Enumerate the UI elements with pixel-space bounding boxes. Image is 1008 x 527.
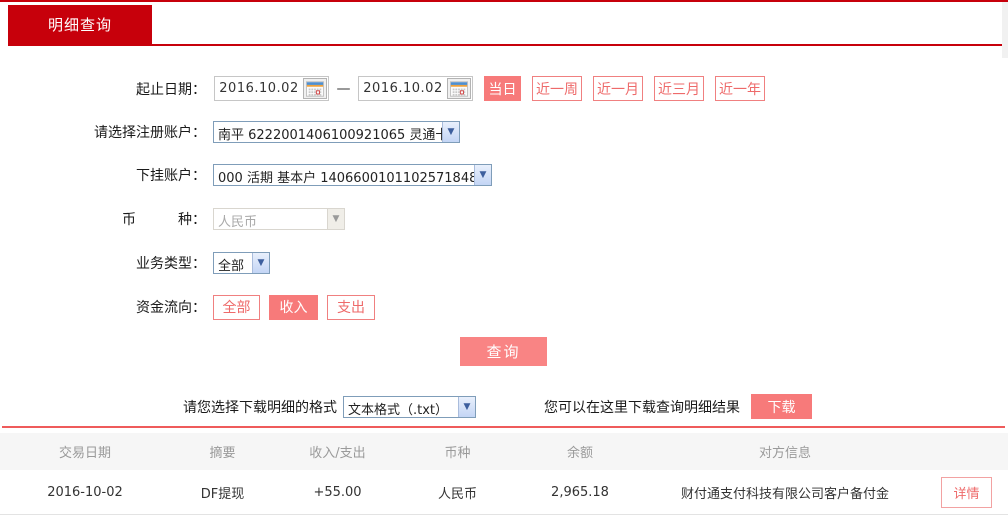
calendar-icon <box>306 80 324 97</box>
business-type-select[interactable]: 全部 ▼ <box>213 252 270 274</box>
date-range-row: 起止日期： 2016.10.02 — 2016.10.02 当日 近一周 近一月… <box>0 76 765 101</box>
download-row: 请您选择下载明细的格式 文本格式（.txt） ▼ 您可以在这里下载查询明细结果 … <box>0 394 812 419</box>
end-date-calendar-button[interactable] <box>447 78 471 99</box>
register-account-row: 请选择注册账户： 南平 6222001406100921065 灵通卡 ▼ <box>0 121 460 143</box>
sub-account-value: 000 活期 基本户 1406600101102571848 <box>218 171 474 185</box>
header-summary: 摘要 <box>209 446 236 461</box>
quick-range-quarter-button[interactable]: 近三月 <box>654 76 704 101</box>
chevron-down-icon: ▼ <box>327 209 344 229</box>
cell-currency: 人民币 <box>437 486 477 502</box>
header-currency: 币种 <box>444 446 471 461</box>
download-format-value: 文本格式（.txt） <box>348 402 449 417</box>
quick-range-month-button[interactable]: 近一月 <box>593 76 643 101</box>
table-top-divider <box>2 426 1005 428</box>
currency-label: 币种： <box>122 212 206 228</box>
header-income-expense: 收入/支出 <box>309 446 366 461</box>
cell-trade-date: 2016-10-02 <box>47 484 123 500</box>
sub-account-label: 下挂账户： <box>136 168 206 184</box>
cell-summary: DF提现 <box>200 486 245 502</box>
register-account-label: 请选择注册账户： <box>94 125 206 141</box>
currency-select: 人民币 ▼ <box>213 208 345 230</box>
end-date-input[interactable]: 2016.10.02 <box>358 76 473 101</box>
detail-query-page: 明细查询 起止日期： 2016.10.02 — 2016.10.02 当日 近一… <box>0 0 1008 527</box>
start-date-value: 2016.10.02 <box>219 81 299 96</box>
chevron-down-icon: ▼ <box>252 253 269 273</box>
fund-flow-label: 资金流向： <box>136 300 206 316</box>
chevron-down-icon: ▼ <box>474 165 491 185</box>
calendar-icon <box>450 80 468 97</box>
register-account-select[interactable]: 南平 6222001406100921065 灵通卡 ▼ <box>213 121 460 143</box>
business-type-row: 业务类型： 全部 ▼ <box>0 252 270 274</box>
table-header-row: 交易日期 摘要 收入/支出 币种 余额 对方信息 <box>0 433 1008 470</box>
scrollbar-strip <box>1002 2 1008 58</box>
header-trade-date: 交易日期 <box>58 446 111 461</box>
cell-amount: +55.00 <box>313 484 362 500</box>
download-format-select[interactable]: 文本格式（.txt） ▼ <box>343 395 476 418</box>
start-date-calendar-button[interactable] <box>303 78 327 99</box>
fund-flow-row: 资金流向： 全部 收入 支出 <box>0 294 375 320</box>
quick-range-week-button[interactable]: 近一周 <box>532 76 582 101</box>
download-button[interactable]: 下载 <box>751 394 812 419</box>
detail-button[interactable]: 详情 <box>941 476 992 508</box>
query-button[interactable]: 查询 <box>460 337 547 366</box>
download-format-label: 请您选择下载明细的格式 <box>183 399 337 416</box>
start-date-input[interactable]: 2016.10.02 <box>214 76 329 101</box>
fund-flow-all-button[interactable]: 全部 <box>213 294 260 320</box>
business-type-label: 业务类型： <box>136 256 206 272</box>
cell-counterparty: 财付通支付科技有限公司客户备付金 <box>680 486 889 502</box>
currency-row: 币种： 人民币 ▼ <box>0 208 345 230</box>
cell-balance: 2,965.18 <box>551 484 609 500</box>
sub-account-select[interactable]: 000 活期 基本户 1406600101102571848 ▼ <box>213 164 492 186</box>
tab-label: 明细查询 <box>47 16 112 34</box>
header-counterparty: 对方信息 <box>758 446 811 461</box>
end-date-value: 2016.10.02 <box>363 81 443 96</box>
tab-underline <box>8 44 1003 46</box>
chevron-down-icon: ▼ <box>442 122 459 142</box>
cell-action: 详情 <box>925 476 1008 508</box>
quick-range-year-button[interactable]: 近一年 <box>715 76 765 101</box>
download-hint: 您可以在这里下载查询明细结果 <box>544 399 740 416</box>
currency-value: 人民币 <box>218 215 258 229</box>
tab-detail-query[interactable]: 明细查询 <box>8 5 152 44</box>
table-row: 2016-10-02 DF提现 +55.00 人民币 2,965.18 财付通支… <box>0 470 1008 515</box>
date-range-label: 起止日期： <box>136 81 206 98</box>
fund-flow-income-button[interactable]: 收入 <box>269 294 318 320</box>
register-account-value: 南平 6222001406100921065 灵通卡 <box>218 128 442 142</box>
date-separator: — <box>336 80 351 97</box>
chevron-down-icon: ▼ <box>458 396 475 417</box>
fund-flow-expense-button[interactable]: 支出 <box>327 294 375 320</box>
quick-range-today-button[interactable]: 当日 <box>484 76 521 101</box>
header-balance: 余额 <box>566 446 593 461</box>
sub-account-row: 下挂账户： 000 活期 基本户 1406600101102571848 ▼ <box>0 164 492 186</box>
business-type-value: 全部 <box>218 259 245 273</box>
top-red-line <box>0 0 1008 2</box>
